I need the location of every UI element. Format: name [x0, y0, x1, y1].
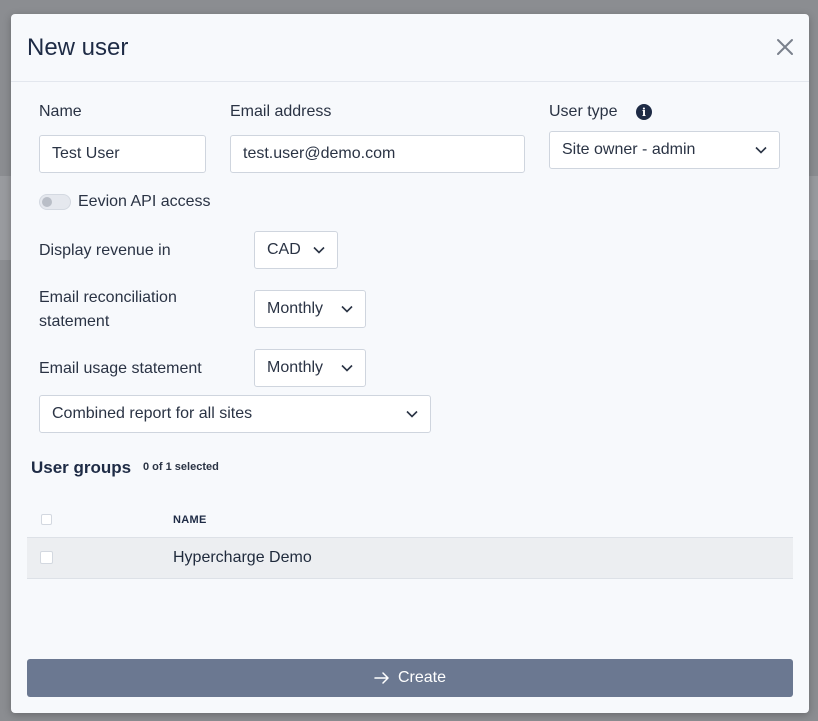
- user-type-select[interactable]: Site owner - admin: [549, 131, 780, 169]
- api-access-label: Eevion API access: [78, 193, 211, 210]
- reconciliation-value: Monthly: [267, 300, 324, 317]
- email-field[interactable]: [230, 135, 525, 173]
- column-header-name: NAME: [173, 514, 207, 526]
- select-all-checkbox[interactable]: [41, 514, 52, 525]
- chevron-down-icon: [755, 146, 767, 154]
- create-button-label: Create: [397, 669, 447, 686]
- display-revenue-label: Display revenue in: [39, 242, 171, 259]
- row-checkbox[interactable]: [40, 551, 53, 564]
- name-label: Name: [39, 103, 82, 120]
- reconciliation-label-line1: Email reconciliation: [39, 289, 177, 306]
- chevron-down-icon: [341, 305, 353, 313]
- modal-title: New user: [27, 34, 129, 61]
- user-groups-count: 0 of 1 selected: [143, 461, 219, 473]
- email-label: Email address: [230, 103, 332, 120]
- name-input[interactable]: [52, 145, 205, 163]
- modal-header: New user: [11, 14, 809, 82]
- display-revenue-select[interactable]: CAD: [254, 231, 338, 269]
- arrow-right-icon: [374, 672, 389, 684]
- chevron-down-icon: [406, 410, 418, 418]
- usage-label: Email usage statement: [39, 360, 202, 377]
- api-access-toggle[interactable]: [39, 194, 71, 210]
- row-name: Hypercharge Demo: [173, 549, 312, 566]
- toggle-knob: [42, 197, 52, 207]
- table-row[interactable]: Hypercharge Demo: [27, 537, 793, 579]
- report-scope-select[interactable]: Combined report for all sites: [39, 395, 431, 433]
- reconciliation-label-line2: statement: [39, 313, 110, 330]
- display-revenue-value: CAD: [267, 241, 301, 258]
- close-icon[interactable]: [775, 37, 795, 57]
- new-user-modal: New user Name Email address User type i …: [11, 14, 809, 713]
- reconciliation-select[interactable]: Monthly: [254, 290, 366, 328]
- chevron-down-icon: [341, 364, 353, 372]
- usage-select[interactable]: Monthly: [254, 349, 366, 387]
- name-field[interactable]: [39, 135, 206, 173]
- usage-value: Monthly: [267, 359, 324, 376]
- create-button[interactable]: Create: [27, 659, 793, 697]
- chevron-down-icon: [313, 246, 325, 254]
- info-icon[interactable]: i: [636, 104, 652, 120]
- user-groups-title: User groups: [31, 458, 132, 477]
- user-type-value: Site owner - admin: [562, 141, 696, 158]
- email-input[interactable]: [243, 145, 524, 163]
- report-scope-value: Combined report for all sites: [52, 405, 253, 422]
- user-type-label: User type: [549, 103, 618, 120]
